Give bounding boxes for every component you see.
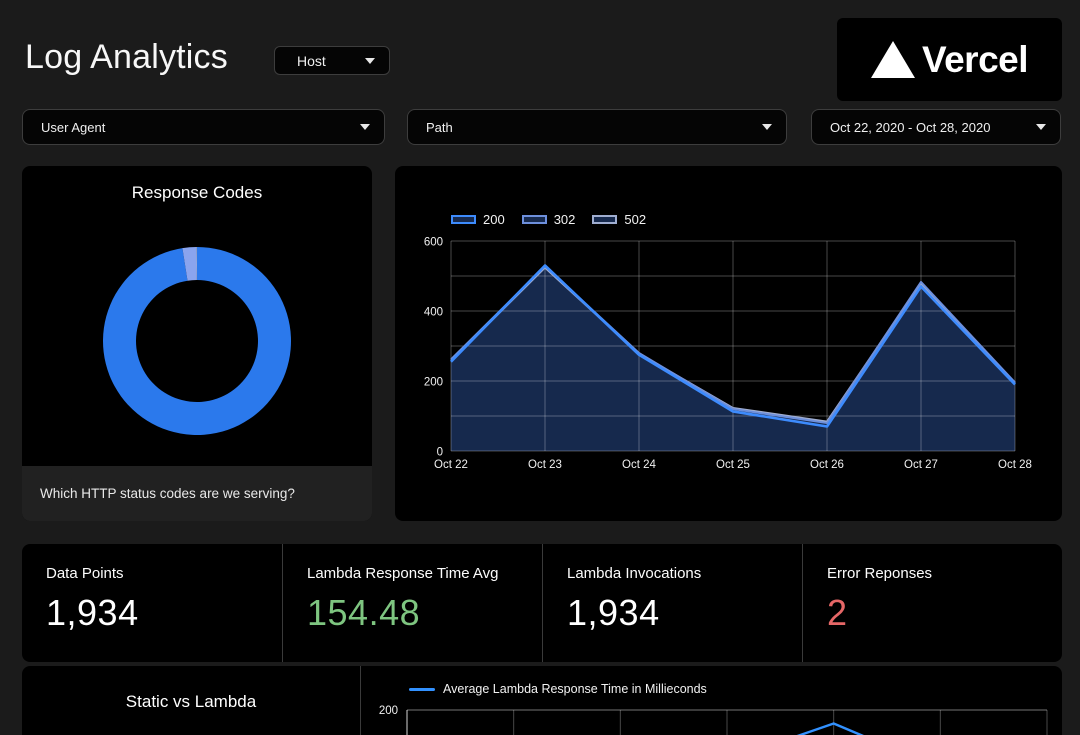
stat-error-responses: Error Reponses 2 bbox=[802, 544, 1062, 662]
user-agent-dropdown-label: User Agent bbox=[41, 120, 352, 135]
chevron-down-icon bbox=[1036, 124, 1046, 130]
chevron-down-icon bbox=[365, 58, 375, 64]
vercel-triangle-icon bbox=[871, 41, 915, 78]
stat-value: 1,934 bbox=[46, 592, 282, 634]
svg-text:200: 200 bbox=[424, 377, 443, 389]
legend-swatch-icon bbox=[592, 215, 617, 224]
stat-value: 2 bbox=[827, 592, 1062, 634]
legend-label: 302 bbox=[554, 212, 576, 227]
date-range-dropdown[interactable]: Oct 22, 2020 - Oct 28, 2020 bbox=[811, 109, 1061, 145]
legend-swatch-icon bbox=[522, 215, 547, 224]
page-title: Log Analytics bbox=[25, 38, 228, 77]
legend-item-502[interactable]: 502 bbox=[592, 212, 646, 227]
stat-label: Lambda Invocations bbox=[567, 565, 802, 582]
svg-text:Oct 26: Oct 26 bbox=[810, 459, 844, 471]
donut-segment-200[interactable] bbox=[103, 247, 291, 435]
donut-chart-title: Response Codes bbox=[22, 183, 372, 203]
svg-text:Oct 24: Oct 24 bbox=[622, 459, 656, 471]
static-vs-lambda-title: Static vs Lambda bbox=[22, 692, 360, 712]
response-codes-timeseries-card: 0 200 400 600 Oct 22 Oct 23 Oct 24 Oct 25 Oct 26… bbox=[395, 166, 1062, 521]
response-codes-card: Response Codes Which HTTP status codes a… bbox=[22, 166, 372, 521]
svg-text:400: 400 bbox=[424, 307, 443, 319]
chevron-down-icon bbox=[762, 124, 772, 130]
log-analytics-dashboard: Log Analytics Host Vercel User Agent Pat… bbox=[0, 0, 1080, 735]
static-vs-lambda-title-cell: Static vs Lambda bbox=[22, 666, 360, 735]
lambda-response-time-chart-cell: Average Lambda Response Time in Millieco… bbox=[360, 666, 1062, 735]
legend-label: 200 bbox=[483, 212, 505, 227]
path-dropdown-label: Path bbox=[426, 120, 754, 135]
stat-label: Lambda Response Time Avg bbox=[307, 565, 542, 582]
legend-label: 502 bbox=[624, 212, 646, 227]
date-range-label: Oct 22, 2020 - Oct 28, 2020 bbox=[830, 120, 1028, 135]
svg-text:Oct 27: Oct 27 bbox=[904, 459, 938, 471]
chart-legend: 200 302 502 bbox=[451, 212, 663, 227]
stat-value: 1,934 bbox=[567, 592, 802, 634]
summary-stats-card: Data Points 1,934 Lambda Response Time A… bbox=[22, 544, 1062, 662]
vercel-logo: Vercel bbox=[837, 18, 1062, 101]
stat-lambda-invocations: Lambda Invocations 1,934 bbox=[542, 544, 802, 662]
host-dropdown-label: Host bbox=[297, 53, 357, 69]
user-agent-dropdown[interactable]: User Agent bbox=[22, 109, 385, 145]
path-dropdown[interactable]: Path bbox=[407, 109, 787, 145]
donut-card-footer: Which HTTP status codes are we serving? bbox=[22, 466, 372, 521]
stat-label: Data Points bbox=[46, 565, 282, 582]
host-dropdown[interactable]: Host bbox=[274, 46, 390, 75]
stat-value: 154.48 bbox=[307, 592, 542, 634]
svg-text:Oct 28: Oct 28 bbox=[998, 459, 1032, 471]
legend-swatch-icon bbox=[451, 215, 476, 224]
static-vs-lambda-card: Static vs Lambda Average Lambda Response… bbox=[22, 666, 1062, 735]
svg-text:Oct 25: Oct 25 bbox=[716, 459, 750, 471]
legend-item-200[interactable]: 200 bbox=[451, 212, 505, 227]
svg-text:0: 0 bbox=[437, 447, 443, 459]
stat-data-points: Data Points 1,934 bbox=[22, 544, 282, 662]
vercel-logo-text: Vercel bbox=[922, 39, 1028, 81]
stat-lambda-response-time-avg: Lambda Response Time Avg 154.48 bbox=[282, 544, 542, 662]
svg-text:Oct 23: Oct 23 bbox=[528, 459, 562, 471]
svg-text:600: 600 bbox=[424, 237, 443, 249]
stat-label: Error Reponses bbox=[827, 565, 1062, 582]
svg-text:Oct 22: Oct 22 bbox=[434, 459, 468, 471]
lambda-response-time-line-chart: 200 bbox=[361, 666, 1063, 735]
legend-item-302[interactable]: 302 bbox=[522, 212, 576, 227]
chevron-down-icon bbox=[360, 124, 370, 130]
svg-text:200: 200 bbox=[379, 705, 398, 717]
